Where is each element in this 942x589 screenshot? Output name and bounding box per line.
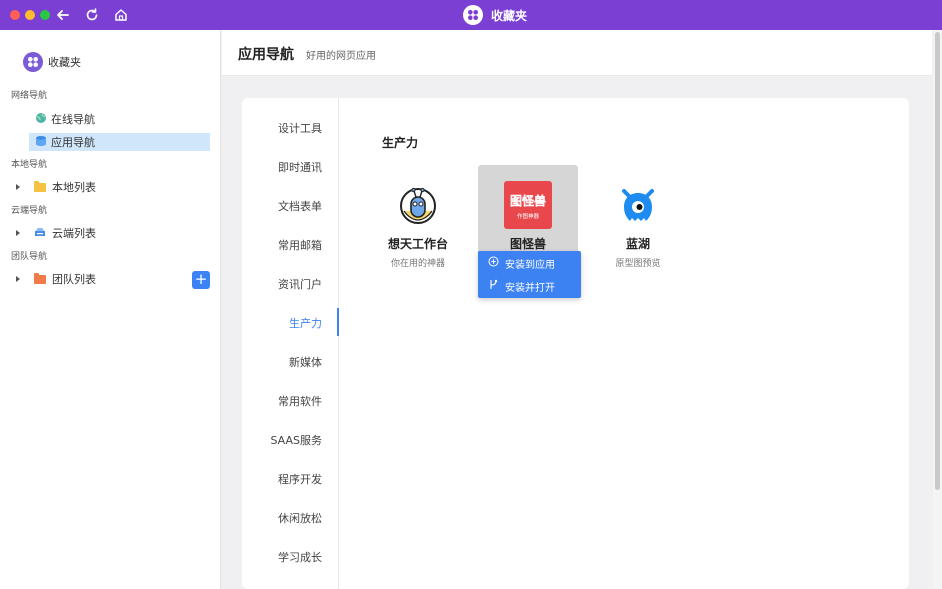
app-logo-icon [463, 5, 483, 25]
category-saas[interactable]: SAAS服务 [270, 432, 322, 448]
favorites-logo-icon [23, 52, 43, 72]
category-email[interactable]: 常用邮箱 [278, 237, 322, 253]
app-name: 想天工作台 [387, 237, 448, 251]
expand-caret-icon[interactable] [16, 184, 20, 190]
expand-caret-icon[interactable] [16, 276, 20, 282]
add-team-button[interactable]: + [192, 271, 210, 289]
page-title: 应用导航 [238, 47, 294, 63]
add-circle-icon [488, 256, 499, 270]
sidebar-item-label: 在线导航 [51, 113, 95, 126]
title-bar: 收藏夹 [0, 0, 942, 30]
app-name: 蓝湖 [625, 237, 650, 251]
menu-item-label: 安装到应用 [505, 259, 555, 271]
robot-mascot-icon [394, 181, 442, 229]
database-icon [35, 135, 47, 150]
close-window-button[interactable] [10, 10, 20, 20]
cloud-drive-icon [34, 226, 46, 240]
section-web-nav: 网络导航 [11, 91, 48, 101]
window-title-text: 收藏夹 [491, 8, 528, 23]
install-and-open-menu-item[interactable]: 安装并打开 [488, 276, 555, 296]
menu-item-label: 安装并打开 [505, 282, 555, 294]
app-desc: 原型图预览 [615, 259, 661, 269]
maximize-window-button[interactable] [40, 10, 50, 20]
app-card-xiangtian[interactable]: 想天工作台 你在用的神器 [368, 165, 468, 273]
app-card-lanhu[interactable]: 蓝湖 原型图预览 [588, 165, 688, 273]
section-title: 生产力 [382, 136, 419, 150]
category-dev[interactable]: 程序开发 [278, 471, 322, 487]
sidebar-item-label: 团队列表 [52, 273, 96, 286]
window-controls [10, 10, 50, 20]
back-icon[interactable] [55, 7, 71, 23]
category-productivity[interactable]: 生产力 [289, 315, 322, 331]
app-name: 图怪兽 [509, 237, 546, 251]
category-learning[interactable]: 学习成长 [278, 549, 322, 565]
scrollbar-thumb[interactable] [935, 32, 940, 490]
category-leisure[interactable]: 休闲放松 [278, 510, 322, 526]
app-desc: 你在用的神器 [390, 259, 445, 269]
folder-icon [34, 180, 46, 192]
scrollbar[interactable] [933, 30, 942, 589]
blue-monster-icon [614, 181, 662, 229]
active-category-indicator [337, 308, 339, 336]
sidebar: 收藏夹 网络导航 在线导航 应用导航 本地导航 本地列表 云端导航 云端列表 团… [0, 30, 221, 589]
section-cloud-nav: 云端导航 [11, 206, 48, 216]
branch-icon [488, 279, 499, 293]
sidebar-item-local-list[interactable]: 本地列表 [16, 178, 96, 196]
window-title: 收藏夹 [463, 5, 527, 25]
sidebar-item-cloud-list[interactable]: 云端列表 [16, 224, 96, 242]
logo-subtext: 作图神器 [517, 212, 540, 220]
tuguaishou-logo-icon: 图怪兽 作图神器 [504, 181, 552, 229]
minimize-window-button[interactable] [25, 10, 35, 20]
sidebar-brand-label: 收藏夹 [48, 56, 81, 69]
sidebar-item-label: 本地列表 [52, 181, 96, 194]
section-team-nav: 团队导航 [11, 252, 48, 262]
sidebar-brand[interactable]: 收藏夹 [23, 52, 81, 72]
category-list: 设计工具 即时通讯 文档表单 常用邮箱 资讯门户 生产力 新媒体 常用软件 SA… [242, 98, 339, 589]
category-software[interactable]: 常用软件 [278, 393, 322, 409]
sidebar-item-app-nav[interactable]: 应用导航 [29, 133, 210, 151]
category-docs-forms[interactable]: 文档表单 [278, 198, 322, 214]
refresh-icon[interactable] [84, 7, 100, 23]
sidebar-item-team-list[interactable]: 团队列表 [16, 270, 96, 288]
home-icon[interactable] [113, 7, 129, 23]
sidebar-item-label: 云端列表 [52, 227, 96, 240]
sidebar-item-label: 应用导航 [51, 136, 95, 149]
folder-icon [34, 272, 46, 284]
category-im[interactable]: 即时通讯 [278, 159, 322, 175]
page-header: 应用导航 好用的网页应用 [222, 30, 932, 76]
install-to-app-menu-item[interactable]: 安装到应用 [488, 253, 555, 273]
logo-text: 图怪兽 [510, 194, 546, 208]
category-design-tools[interactable]: 设计工具 [278, 120, 322, 136]
category-new-media[interactable]: 新媒体 [289, 354, 322, 370]
content-card: 设计工具 即时通讯 文档表单 常用邮箱 资讯门户 生产力 新媒体 常用软件 SA… [242, 98, 909, 589]
page-subtitle: 好用的网页应用 [306, 51, 376, 62]
category-news-portal[interactable]: 资讯门户 [278, 276, 322, 292]
globe-icon [35, 112, 47, 127]
expand-caret-icon[interactable] [16, 230, 20, 236]
sidebar-item-online-nav[interactable]: 在线导航 [29, 110, 210, 128]
app-action-menu: 安装到应用 安装并打开 [478, 251, 581, 298]
section-local-nav: 本地导航 [11, 160, 48, 170]
